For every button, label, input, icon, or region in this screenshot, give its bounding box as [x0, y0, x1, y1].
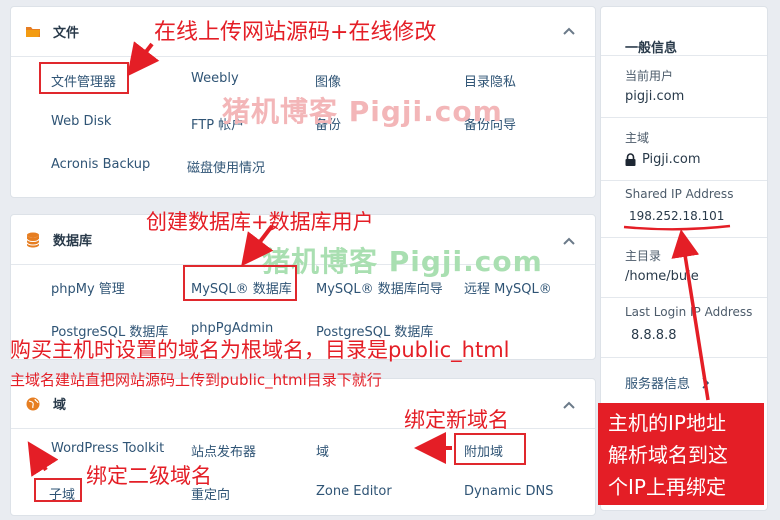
- arrow-file-manager: [27, 41, 710, 477]
